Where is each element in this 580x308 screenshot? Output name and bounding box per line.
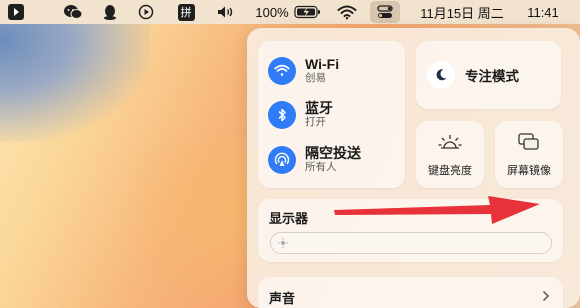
input-method-icon[interactable]: 拼 <box>176 0 196 24</box>
screen-mirroring-tile[interactable]: 屏幕镜像 <box>495 121 563 188</box>
bluetooth-title: 蓝牙 <box>305 100 333 116</box>
wifi-icon[interactable] <box>334 0 360 24</box>
airdrop-toggle[interactable]: 隔空投送 所有人 <box>268 145 361 174</box>
menubar-time[interactable]: 11:41 <box>520 0 566 24</box>
sun-icon <box>278 238 288 248</box>
screen-mirroring-icon <box>518 133 539 150</box>
bluetooth-status: 打开 <box>305 116 326 128</box>
keyboard-brightness-icon <box>438 135 462 149</box>
moon-icon <box>427 61 455 89</box>
airdrop-status: 所有人 <box>305 161 337 173</box>
battery-percent: 100% <box>255 4 289 20</box>
sound-title: 声音 <box>269 291 296 306</box>
wifi-toggle[interactable]: Wi-Fi 创易 <box>268 56 339 85</box>
focus-mode-tile[interactable]: 专注模式 <box>416 41 561 109</box>
sound-tile[interactable]: 声音 <box>258 277 563 308</box>
airdrop-icon <box>268 145 296 174</box>
app-icon[interactable] <box>6 0 26 24</box>
wifi-network-name: 创易 <box>305 72 326 84</box>
annotation-arrow <box>334 196 540 224</box>
control-center-panel: Wi-Fi 创易 蓝牙 打开 隔空投送 所有人 专注模式 键盘亮度 屏幕镜像 显… <box>247 28 580 308</box>
screen-mirroring-label: 屏幕镜像 <box>507 165 551 177</box>
bluetooth-toggle[interactable]: 蓝牙 打开 <box>268 100 333 129</box>
battery-charging-icon[interactable] <box>292 0 324 24</box>
wifi-title: Wi-Fi <box>305 56 340 72</box>
wallpaper-blue-area <box>0 22 150 142</box>
play-icon[interactable] <box>136 0 156 24</box>
wifi-circle <box>268 56 296 85</box>
menu-bar: 拼 100% 11月15日 周二 11:41 <box>0 0 580 24</box>
keyboard-brightness-tile[interactable]: 键盘亮度 <box>416 121 484 188</box>
display-title: 显示器 <box>269 211 309 226</box>
focus-mode-label: 专注模式 <box>465 69 519 84</box>
qq-icon[interactable] <box>100 0 120 24</box>
volume-icon[interactable] <box>214 0 238 24</box>
network-tile: Wi-Fi 创易 蓝牙 打开 隔空投送 所有人 <box>258 41 405 188</box>
display-brightness-slider[interactable] <box>270 232 552 254</box>
bluetooth-icon <box>268 100 296 129</box>
control-center-icon[interactable] <box>368 0 402 24</box>
airdrop-title: 隔空投送 <box>305 145 361 161</box>
keyboard-brightness-label: 键盘亮度 <box>428 165 472 177</box>
chevron-right-icon[interactable] <box>542 290 550 302</box>
wechat-icon[interactable] <box>60 0 86 24</box>
menubar-date[interactable]: 11月15日 周二 <box>412 0 512 24</box>
